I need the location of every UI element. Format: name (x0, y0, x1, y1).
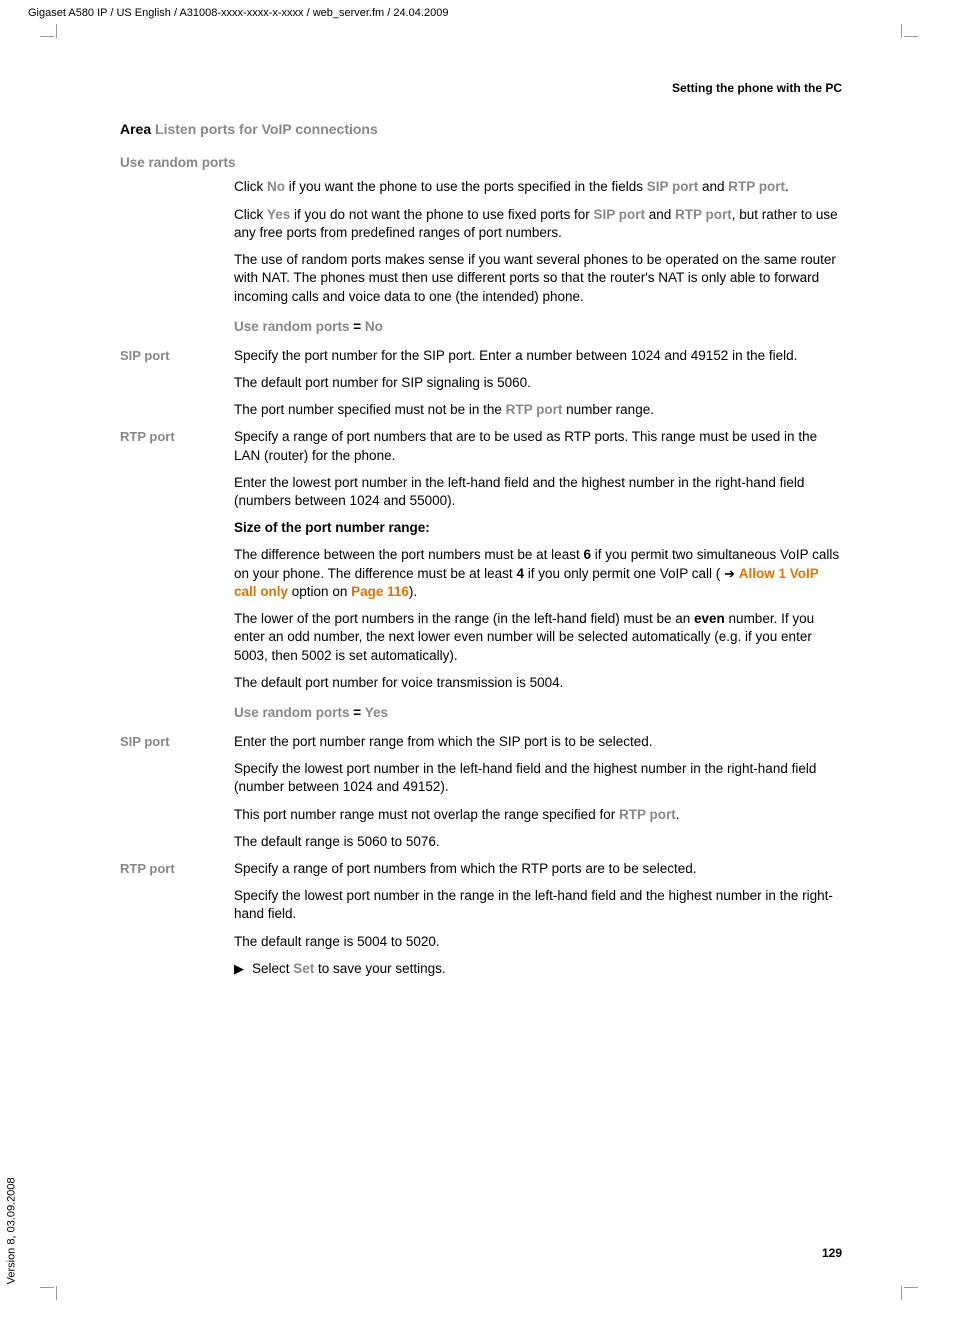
rtp-port-body: Specify a range of port numbers from whi… (234, 860, 842, 979)
sip-port-body: Enter the port number range from which t… (234, 733, 842, 860)
paragraph: Click Yes if you do not want the phone t… (234, 206, 842, 242)
paragraph: This port number range must not overlap … (234, 806, 842, 824)
paragraph: The lower of the port numbers in the ran… (234, 610, 842, 665)
paragraph: The difference between the port numbers … (234, 546, 842, 601)
rtp-port-row-2: RTP port Specify a range of port numbers… (120, 860, 842, 979)
sip-port-body: Specify the port number for the SIP port… (234, 347, 842, 429)
paragraph: Click No if you want the phone to use th… (234, 178, 842, 196)
use-random-ports-no: Use random ports = No (234, 318, 842, 337)
sip-port-row: SIP port Specify the port number for the… (120, 347, 842, 429)
paragraph: Specify the lowest port number in the le… (234, 760, 842, 796)
use-random-ports-heading: Use random ports (120, 154, 842, 173)
paragraph: Enter the port number range from which t… (234, 733, 842, 751)
section-name: Listen ports for VoIP connections (155, 121, 378, 137)
version-label: Version 8, 03.09.2008 (5, 1177, 20, 1284)
document-header: Gigaset A580 IP / US English / A31008-xx… (28, 6, 448, 21)
crop-mark (904, 1287, 918, 1288)
paragraph: Enter the lowest port number in the left… (234, 474, 842, 510)
rtp-port-row: RTP port Specify a range of port numbers… (120, 428, 842, 733)
arrow-right-icon: ➔ (724, 566, 735, 581)
paragraph: Specify the port number for the SIP port… (234, 347, 842, 365)
intro-block: Click No if you want the phone to use th… (234, 178, 842, 336)
crop-mark (56, 24, 57, 38)
paragraph: The default range is 5004 to 5020. (234, 933, 842, 951)
paragraph: Specify a range of port numbers from whi… (234, 860, 842, 878)
page-content: Area Listen ports for VoIP connections U… (120, 120, 842, 979)
crop-mark (40, 1287, 54, 1288)
crop-mark (901, 1286, 902, 1300)
paragraph: The default port number for voice transm… (234, 674, 842, 692)
action-bullet: ▶ Select Set to save your settings. (234, 960, 842, 979)
paragraph: The use of random ports makes sense if y… (234, 251, 842, 306)
section-prefix: Area (120, 121, 155, 137)
action-text: Select Set to save your settings. (252, 960, 446, 979)
crop-mark (40, 36, 54, 37)
paragraph: Specify a range of port numbers that are… (234, 428, 842, 464)
crop-mark (56, 1286, 57, 1300)
triangle-right-icon: ▶ (234, 960, 252, 979)
size-heading: Size of the port number range: (234, 519, 842, 537)
paragraph: The default port number for SIP signalin… (234, 374, 842, 392)
use-random-ports-yes: Use random ports = Yes (234, 704, 842, 723)
sip-port-label: SIP port (120, 347, 234, 429)
crop-mark (904, 36, 918, 37)
section-title: Area Listen ports for VoIP connections (120, 120, 842, 140)
page-number: 129 (822, 1245, 842, 1262)
paragraph: Specify the lowest port number in the ra… (234, 887, 842, 923)
crop-mark (901, 24, 902, 38)
sip-port-row-2: SIP port Enter the port number range fro… (120, 733, 842, 860)
rtp-port-label: RTP port (120, 860, 234, 979)
rtp-port-body: Specify a range of port numbers that are… (234, 428, 842, 733)
paragraph: The port number specified must not be in… (234, 401, 842, 419)
sip-port-label: SIP port (120, 733, 234, 860)
link-page-116[interactable]: Page 116 (351, 584, 409, 599)
running-header: Setting the phone with the PC (672, 80, 842, 97)
paragraph: The default range is 5060 to 5076. (234, 833, 842, 851)
rtp-port-label: RTP port (120, 428, 234, 733)
